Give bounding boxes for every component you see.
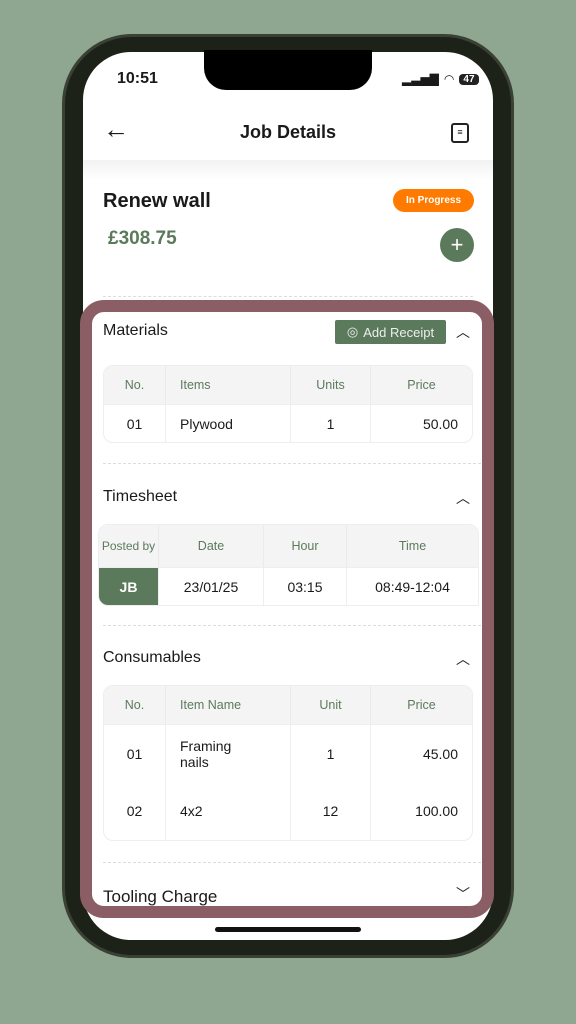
notch [204,50,372,90]
job-price: £308.75 [108,228,177,249]
job-title: Renew wall [103,190,211,212]
highlight-overlay [80,300,494,918]
signal-icon: ▂▃▅▇ [402,72,439,86]
battery-icon: 47 [459,73,479,85]
status-icons: ▂▃▅▇ ◠ 47 [402,72,479,86]
page-title: Job Details [239,122,337,142]
wifi-icon: ◠ [443,72,455,86]
status-badge: In Progress [393,189,474,212]
divider [103,296,473,297]
header-shadow [83,160,493,180]
add-button[interactable]: + [440,228,474,262]
home-indicator[interactable] [215,927,361,932]
receipt-icon[interactable]: ≡ [451,123,469,143]
status-time: 10:51 [117,70,158,87]
